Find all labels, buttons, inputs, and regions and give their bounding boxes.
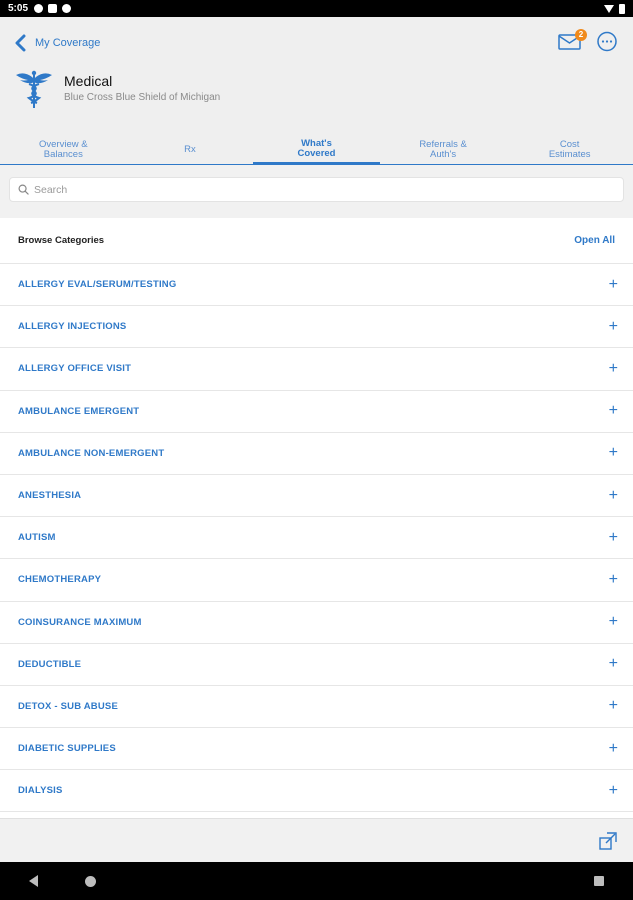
notification-icon <box>34 4 44 13</box>
category-name: DIABETIC SUPPLIES <box>18 743 116 755</box>
nav-home-icon[interactable] <box>85 876 96 887</box>
coverage-header: My Coverage 2 Medical Blue Cross Blue Sh… <box>0 17 633 165</box>
category-name: CHEMOTHERAPY <box>18 574 102 586</box>
browse-categories-label: Browse Categories <box>18 235 105 246</box>
expand-plus-icon[interactable]: + <box>609 318 618 335</box>
expand-plus-icon[interactable]: + <box>609 445 618 461</box>
status-bar: 5:05 <box>0 0 633 17</box>
category-name: ALLERGY EVAL/SERUM/TESTING <box>18 279 177 291</box>
category-list: Browse Categories Open All ALLERGY EVAL/… <box>0 218 633 818</box>
tab-label-line2: Balances <box>43 148 83 160</box>
tab-cost-estimates[interactable]: Cost Estimates <box>506 135 633 164</box>
category-row[interactable]: COINSURANCE MAXIMUM + <box>0 602 633 644</box>
chevron-left-icon <box>15 34 26 52</box>
category-name: COINSURANCE MAXIMUM <box>18 616 142 628</box>
open-all-button[interactable]: Open All <box>574 235 615 246</box>
tab-label-line2: Estimates <box>548 148 591 160</box>
expand-plus-icon[interactable]: + <box>609 740 618 757</box>
category-row[interactable]: ALLERGY OFFICE VISIT + <box>0 348 633 391</box>
back-button[interactable]: My Coverage <box>14 34 100 52</box>
category-name: DEDUCTIBLE <box>18 658 82 670</box>
mail-badge: 2 <box>575 29 587 41</box>
tab-label-line2: Covered <box>297 147 336 159</box>
android-nav-bar <box>0 862 633 900</box>
medical-caduceus-icon <box>16 70 52 108</box>
tab-label-line1: Rx <box>184 143 196 155</box>
category-row[interactable]: DETOX - SUB ABUSE + <box>0 686 633 729</box>
expand-plus-icon[interactable]: + <box>609 571 618 588</box>
tab-rx[interactable]: Rx <box>127 135 254 164</box>
battery-icon <box>619 3 625 14</box>
category-name: ALLERGY OFFICE VISIT <box>18 363 132 375</box>
expand-plus-icon[interactable]: + <box>609 656 618 672</box>
search-area <box>0 166 633 214</box>
sd-card-icon <box>48 4 58 13</box>
tab-referrals-auths[interactable]: Referrals & Auth's <box>380 135 507 164</box>
nav-recents-icon[interactable] <box>594 876 604 886</box>
status-time: 5:05 <box>8 3 29 14</box>
chat-icon[interactable] <box>596 31 618 53</box>
expand-icon[interactable] <box>598 831 618 851</box>
category-row[interactable]: DIABETIC SUPPLIES + <box>0 728 633 771</box>
category-name: ALLERGY INJECTIONS <box>18 321 127 333</box>
category-row[interactable]: ANESTHESIA + <box>0 475 633 518</box>
category-name: AUTISM <box>18 532 56 544</box>
wifi-icon <box>604 4 614 13</box>
category-row[interactable]: AUTISM + <box>0 517 633 560</box>
expand-plus-icon[interactable]: + <box>609 782 618 799</box>
search-box[interactable] <box>9 177 624 202</box>
expand-plus-icon[interactable]: + <box>609 698 618 714</box>
tab-label-line2: Auth's <box>430 148 457 160</box>
tab-overview-balances[interactable]: Overview & Balances <box>0 135 127 164</box>
category-name: DETOX - SUB ABUSE <box>18 700 118 712</box>
plan-title: Medical <box>64 73 113 89</box>
nav-back-icon[interactable] <box>29 875 38 887</box>
expand-plus-icon[interactable]: + <box>609 487 618 504</box>
coverage-tabs: Overview & Balances Rx What's Covered Refe… <box>0 135 633 165</box>
category-name: AMBULANCE EMERGENT <box>18 405 140 417</box>
expand-plus-icon[interactable]: + <box>609 403 618 419</box>
category-name: DIALYSIS <box>18 785 63 797</box>
bottom-toolbar <box>0 818 633 862</box>
app-notification-icon <box>62 4 72 13</box>
category-row[interactable]: AMBULANCE EMERGENT + <box>0 391 633 433</box>
back-label: My Coverage <box>35 37 101 49</box>
category-row[interactable]: ALLERGY INJECTIONS + <box>0 306 633 349</box>
category-row[interactable]: AMBULANCE NON-EMERGENT + <box>0 433 633 475</box>
expand-plus-icon[interactable]: + <box>609 276 618 293</box>
category-name: AMBULANCE NON-EMERGENT <box>18 447 165 459</box>
search-icon <box>18 184 29 195</box>
category-name: ANESTHESIA <box>18 490 82 502</box>
tab-whats-covered[interactable]: What's Covered <box>253 135 380 164</box>
category-row[interactable]: ALLERGY EVAL/SERUM/TESTING + <box>0 264 633 307</box>
expand-plus-icon[interactable]: + <box>609 529 618 546</box>
category-row[interactable]: CHEMOTHERAPY + <box>0 559 633 602</box>
browse-header: Browse Categories Open All <box>0 218 633 264</box>
search-input[interactable] <box>34 183 594 196</box>
expand-plus-icon[interactable]: + <box>609 360 618 377</box>
expand-plus-icon[interactable]: + <box>609 614 618 630</box>
plan-subtitle: Blue Cross Blue Shield of Michigan <box>64 92 221 103</box>
category-row[interactable]: DIALYSIS + <box>0 770 633 813</box>
category-row[interactable]: DEDUCTIBLE + <box>0 644 633 686</box>
